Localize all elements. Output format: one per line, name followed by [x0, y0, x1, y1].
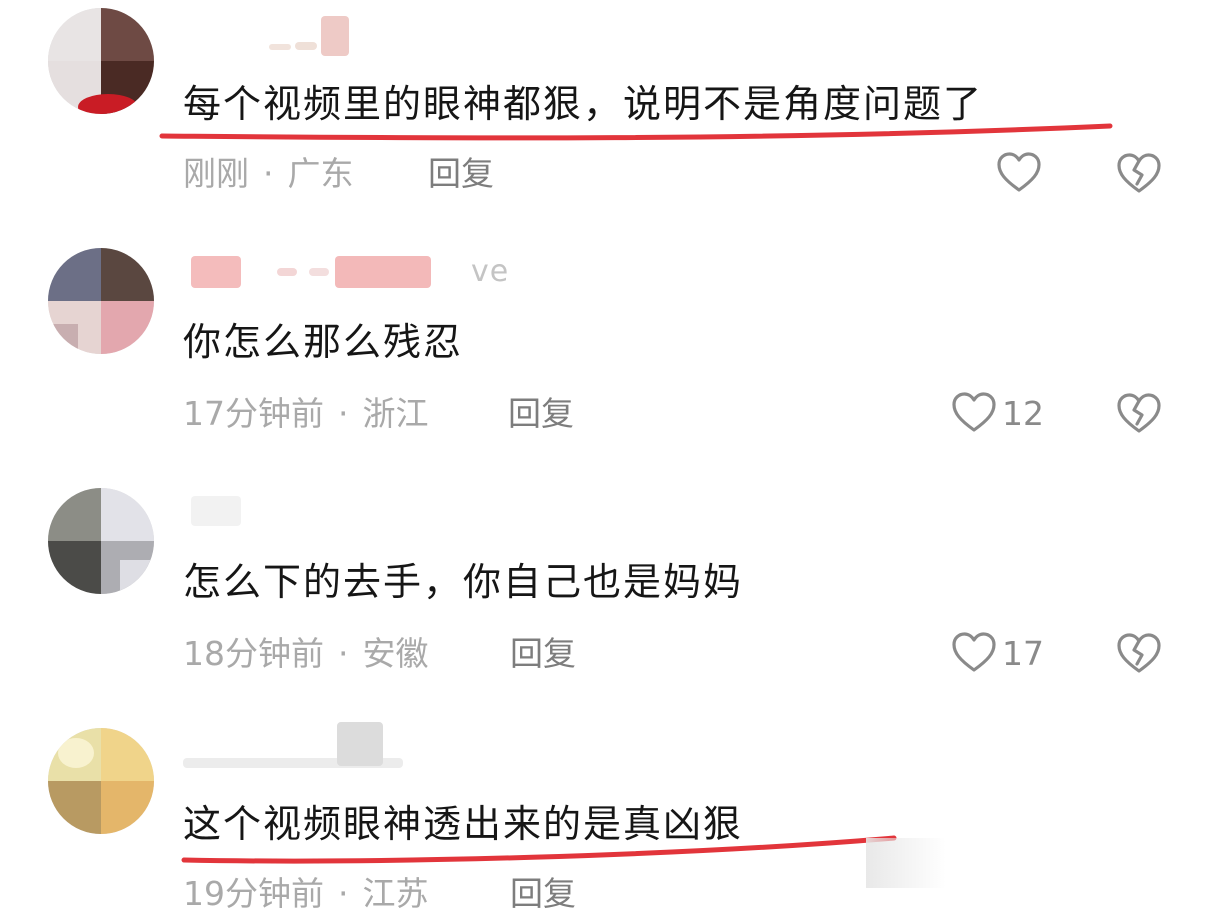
heart-outline-icon	[952, 632, 996, 672]
blur-patch	[866, 838, 946, 888]
comment-region: 安徽	[362, 634, 429, 673]
comment-meta: 刚刚 · 广东	[183, 152, 354, 196]
comment-item-4: 这个视频眼神透出来的是真凶狠 19分钟前 · 江苏 回复	[0, 720, 1220, 923]
comment-time: 17分钟前	[183, 394, 324, 433]
comment-text: 这个视频眼神透出来的是真凶狠	[183, 802, 744, 846]
comment-text: 你怎么那么残忍	[183, 320, 464, 364]
comment-meta: 19分钟前 · 江苏	[183, 872, 429, 916]
meta-separator: ·	[338, 634, 349, 673]
comment-time: 19分钟前	[183, 874, 324, 913]
comment-meta: 18分钟前 · 安徽	[183, 632, 429, 676]
meta-separator: ·	[338, 394, 349, 433]
comment-item-3: 怎么下的去手，你自己也是妈妈 18分钟前 · 安徽 回复 17	[0, 480, 1220, 710]
broken-heart-icon[interactable]	[1115, 390, 1163, 438]
reply-button[interactable]: 回复	[510, 872, 576, 916]
heart-outline-icon	[997, 152, 1041, 192]
avatar[interactable]	[48, 8, 154, 114]
meta-separator: ·	[263, 154, 274, 193]
broken-heart-icon[interactable]	[1115, 630, 1163, 678]
comment-item-1: 每个视频里的眼神都狠，说明不是角度问题了 刚刚 · 广东 回复	[0, 0, 1220, 230]
username[interactable]	[183, 494, 303, 534]
like-count: 17	[1002, 633, 1044, 673]
comment-text: 每个视频里的眼神都狠，说明不是角度问题了	[183, 82, 984, 126]
comment-item-2: ve 你怎么那么残忍 17分钟前 · 浙江 回复 12	[0, 240, 1220, 470]
reply-button[interactable]: 回复	[508, 392, 574, 436]
heart-outline-icon	[952, 392, 996, 432]
meta-separator: ·	[338, 874, 349, 913]
like-count: 12	[1002, 393, 1044, 433]
comment-time: 18分钟前	[183, 634, 324, 673]
username[interactable]	[183, 12, 383, 56]
avatar[interactable]	[48, 728, 154, 834]
comment-text: 怎么下的去手，你自己也是妈妈	[183, 560, 744, 604]
comment-region: 江苏	[362, 874, 429, 913]
username-suffix: ve	[471, 254, 510, 289]
reply-button[interactable]: 回复	[428, 152, 494, 196]
like-button[interactable]	[995, 148, 1047, 198]
comment-time: 刚刚	[183, 154, 249, 193]
avatar[interactable]	[48, 248, 154, 354]
broken-heart-icon[interactable]	[1115, 150, 1163, 198]
avatar[interactable]	[48, 488, 154, 594]
like-button[interactable]: 12	[950, 388, 1044, 438]
username[interactable]: ve	[183, 254, 523, 294]
like-button[interactable]: 17	[950, 628, 1044, 678]
comment-meta: 17分钟前 · 浙江	[183, 392, 429, 436]
comment-region: 浙江	[362, 394, 429, 433]
comment-region: 广东	[287, 154, 354, 193]
reply-button[interactable]: 回复	[510, 632, 576, 676]
username[interactable]	[183, 722, 443, 768]
